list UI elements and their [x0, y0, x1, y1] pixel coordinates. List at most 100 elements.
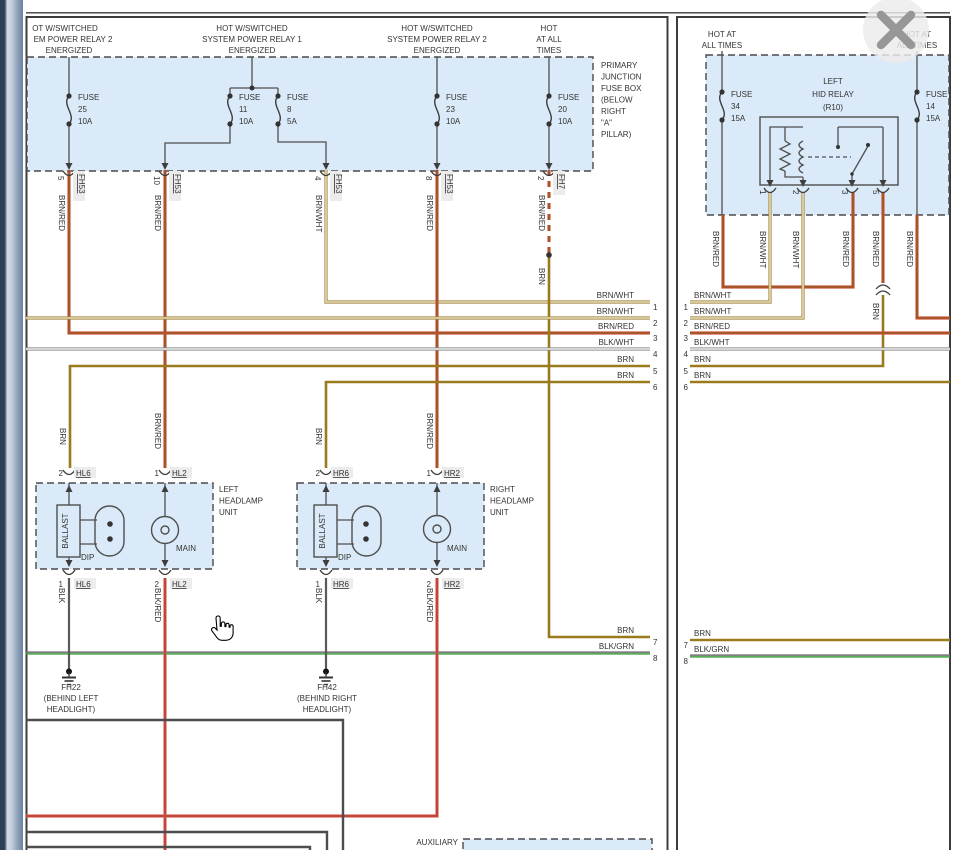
rn-5: 5 — [684, 367, 689, 376]
lw-3: BRN/RED — [598, 322, 634, 331]
hdr3-1: HOT W/SWITCHED — [401, 24, 473, 33]
pjb-5: RIGHT — [601, 107, 626, 116]
hr-t1n: 2 — [316, 469, 321, 478]
rv-brnred-4: BRN/RED — [905, 231, 914, 267]
lw-5: BRN — [617, 355, 634, 364]
w-brn-2: BRN — [58, 428, 67, 445]
fuse8-2: 8 — [287, 105, 292, 114]
relay-3: (R10) — [823, 103, 843, 112]
junction-dot — [107, 521, 113, 527]
relay-1: LEFT — [823, 77, 843, 86]
pjb-2: JUNCTION — [601, 73, 642, 82]
conn-fh53-b: FH53 — [173, 174, 182, 194]
junction-dot — [363, 536, 369, 542]
junction-dot — [107, 536, 113, 542]
fuse-terminal — [434, 93, 440, 99]
lw-2: BRN/WHT — [597, 307, 634, 316]
lw-6: BRN — [617, 371, 634, 380]
rv-brnwht-1: BRN/WHT — [758, 231, 767, 268]
w-blkred-2: BLK/RED — [425, 588, 434, 622]
rpin-2: 2 — [791, 190, 800, 195]
ln-1: 1 — [653, 303, 658, 312]
pin4-fh53: 4 — [313, 176, 322, 181]
gnd-l1: FH22 — [61, 683, 81, 692]
gnd-r3: HEADLIGHT) — [303, 705, 352, 714]
dip-l: DIP — [81, 553, 94, 562]
fuse-terminal — [546, 121, 552, 127]
hdr4-2: AT ALL — [536, 35, 562, 44]
fuse20-1: FUSE — [558, 93, 579, 102]
main-r: MAIN — [447, 544, 467, 553]
w-blkred-1: BLK/RED — [153, 588, 162, 622]
ln-7: 7 — [653, 638, 658, 647]
hdr5-1: HOT AT — [708, 30, 736, 39]
hl-t2c: HL2 — [172, 469, 187, 478]
wiring-diagram-canvas: OT W/SWITCHED EM POWER RELAY 2 ENERGIZED HO… — [25, 0, 951, 850]
fuse11-2: 11 — [239, 105, 248, 114]
rn-1: 1 — [684, 303, 689, 312]
w-brnwht-1: BRN/WHT — [314, 195, 323, 232]
rn-7: 7 — [684, 641, 689, 650]
w-brn-3: BRN — [314, 428, 323, 445]
ln-6: 6 — [653, 383, 658, 392]
hr-b1n: 1 — [316, 580, 321, 589]
lw-1: BRN/WHT — [597, 291, 634, 300]
rpin-5: 5 — [871, 190, 880, 195]
rw-7: BRN — [694, 629, 711, 638]
hl-b2n: 2 — [155, 580, 160, 589]
primary-junction-fuse-box — [26, 56, 594, 172]
fuse23-2: 23 — [446, 105, 455, 114]
hr-b2n: 2 — [427, 580, 432, 589]
rpin-1: 1 — [758, 190, 767, 195]
hdr2-1: HOT W/SWITCHED — [216, 24, 288, 33]
ln-2: 2 — [653, 319, 658, 328]
pin8-fh53: 8 — [424, 176, 433, 181]
fuse-terminal — [719, 89, 725, 95]
conn-fh53-d: FH53 — [445, 174, 454, 194]
hdr4-1: HOT — [541, 24, 558, 33]
diagram-viewer-window: OT W/SWITCHED EM POWER RELAY 2 ENERGIZED HO… — [0, 0, 956, 850]
auxiliary-box — [462, 838, 653, 850]
hdr3-3: ENERGIZED — [414, 46, 461, 55]
hdr2-3: ENERGIZED — [229, 46, 276, 55]
w-brnred-1: BRN/RED — [57, 195, 66, 231]
ln-3: 3 — [653, 334, 658, 343]
fuse25-2: 25 — [78, 105, 87, 114]
rv-brnwht-2: BRN/WHT — [791, 231, 800, 268]
hl-b2c: HL2 — [172, 580, 187, 589]
hr-b1c: HR6 — [333, 580, 350, 589]
rn-8: 8 — [684, 657, 689, 666]
fuse20-3: 10A — [558, 117, 573, 126]
fuse-terminal — [546, 93, 552, 99]
pjb-3: FUSE BOX — [601, 84, 642, 93]
fuse-terminal — [227, 121, 233, 127]
ln-4: 4 — [653, 350, 658, 359]
hdr1-1: OT W/SWITCHED — [32, 24, 98, 33]
pjb-6: "A" — [601, 119, 612, 128]
rv-brnred-3: BRN/RED — [871, 231, 880, 267]
hl-t1n: 2 — [59, 469, 64, 478]
w-brnred-5: BRN/RED — [153, 413, 162, 449]
fuse34-1: FUSE — [731, 90, 752, 99]
fuse-terminal — [914, 89, 920, 95]
lhu-1: LEFT — [219, 485, 239, 494]
conn-fh53-a: FH53 — [77, 174, 86, 194]
fuse-terminal — [914, 117, 920, 123]
rw-5: BRN — [694, 355, 711, 364]
fuse-terminal — [719, 117, 725, 123]
w-brnred-3: BRN/RED — [425, 195, 434, 231]
rw-4: BLK/WHT — [694, 338, 730, 347]
fuse-terminal — [434, 121, 440, 127]
ln-8: 8 — [653, 654, 658, 663]
junction-dot — [836, 145, 840, 149]
fuse-terminal — [227, 93, 233, 99]
fuse-terminal — [275, 121, 281, 127]
conn-fh53-c: FH53 — [334, 174, 343, 194]
hl-t2n: 1 — [155, 469, 160, 478]
hr-t2n: 1 — [427, 469, 432, 478]
fuse23-3: 10A — [446, 117, 461, 126]
fuse14-1: FUSE — [926, 90, 947, 99]
lw-7: BRN — [617, 626, 634, 635]
fuse-terminal — [275, 93, 281, 99]
pjb-1: PRIMARY — [601, 61, 638, 70]
